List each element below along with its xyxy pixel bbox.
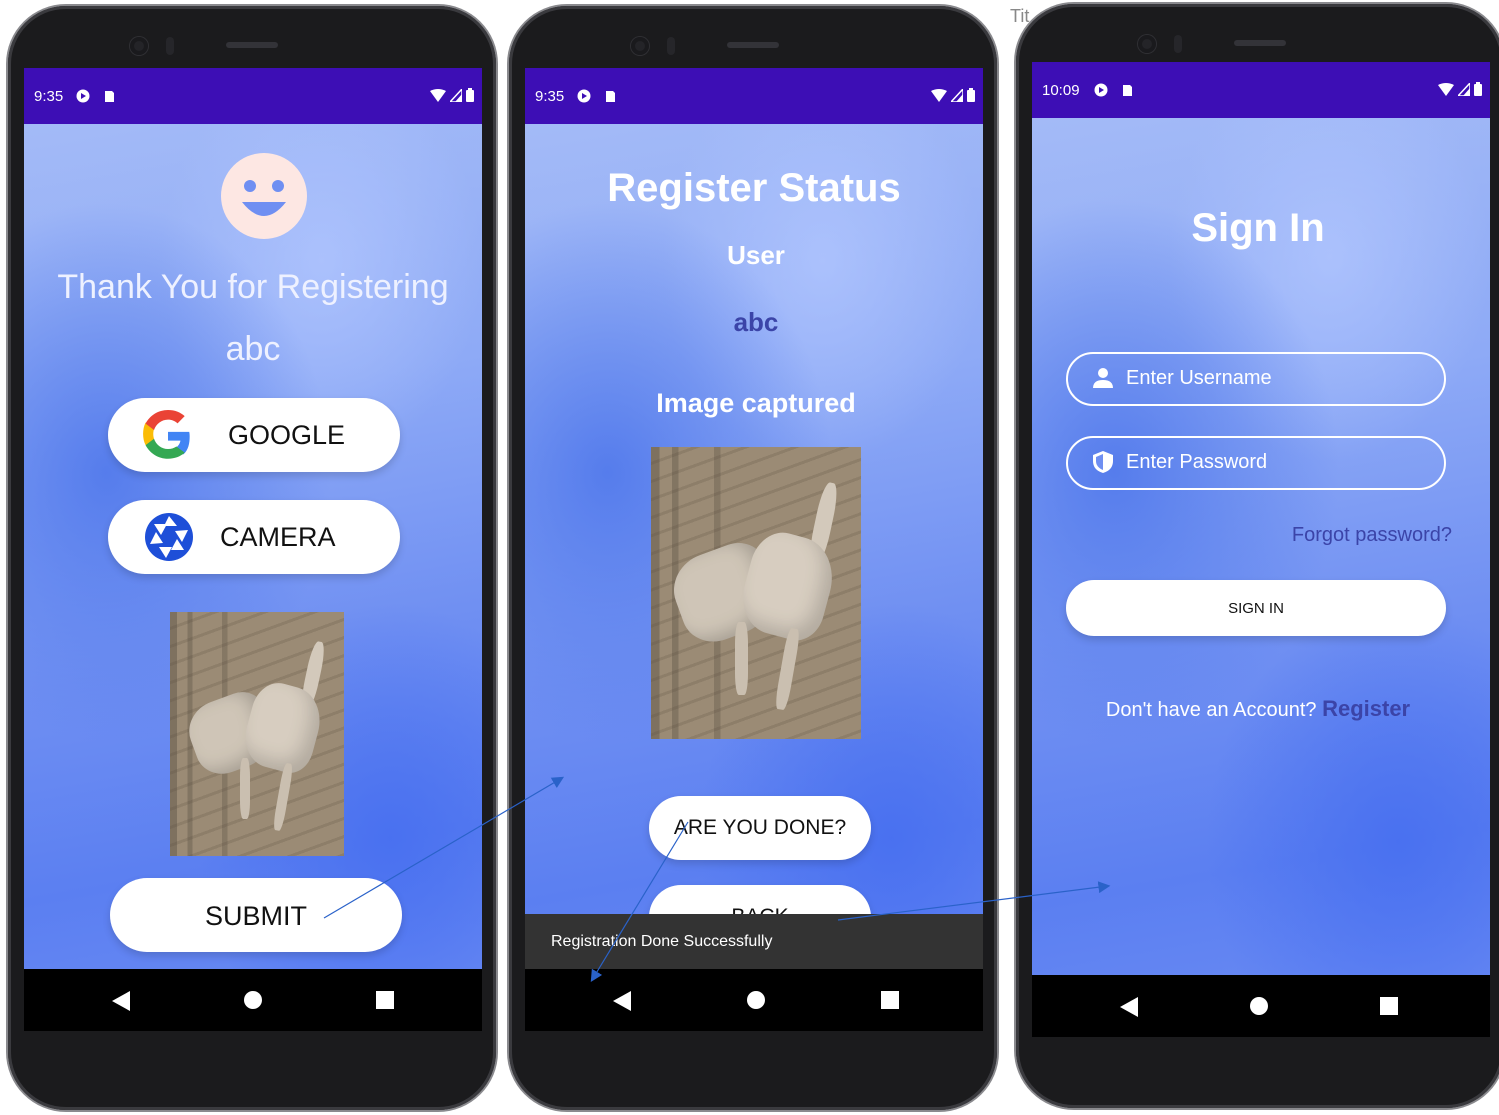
forgot-password-link[interactable]: Forgot password? — [1292, 524, 1452, 547]
sd-card-icon — [1123, 85, 1132, 96]
sign-in-button[interactable]: SIGN IN — [1066, 580, 1446, 636]
content-area: Sign In Enter Username Enter Password Fo… — [1032, 118, 1490, 975]
status-play-icon — [1094, 83, 1108, 97]
sd-card-icon — [105, 91, 114, 102]
back-nav-icon[interactable] — [112, 991, 130, 1011]
register-link[interactable]: Register — [1322, 696, 1410, 721]
person-icon — [1093, 368, 1113, 388]
wifi-icon — [1438, 82, 1454, 96]
status-right-icons — [931, 88, 975, 102]
captured-dog-photo — [651, 447, 861, 739]
password-placeholder: Enter Password — [1126, 451, 1268, 473]
content-area: Thank You for Registering abc GOOGLE CAM… — [24, 124, 482, 969]
proximity-sensor — [667, 37, 675, 55]
front-camera — [130, 37, 148, 55]
google-button-label: GOOGLE — [228, 420, 346, 450]
battery-icon — [967, 88, 975, 102]
earpiece-speaker — [226, 42, 278, 48]
status-play-icon — [76, 89, 90, 103]
phone-frame-sign-in: 10:09 Sign In Enter Username Enter Passw… — [1016, 4, 1499, 1108]
back-nav-icon[interactable] — [1120, 997, 1138, 1017]
sd-card-icon — [606, 91, 615, 102]
camera-button[interactable]: CAMERA — [108, 500, 400, 574]
username-placeholder: Enter Username — [1126, 367, 1272, 389]
signal-icon — [951, 88, 963, 102]
status-time: 10:09 — [1042, 82, 1080, 99]
user-value: abc — [733, 307, 779, 337]
screen-sign-in: 10:09 Sign In Enter Username Enter Passw… — [1032, 62, 1490, 1037]
camera-shutter-icon — [145, 513, 193, 561]
battery-icon — [1474, 82, 1482, 96]
proximity-sensor — [166, 37, 174, 55]
page-title: Register Status — [607, 166, 901, 210]
wifi-icon — [931, 88, 947, 102]
phone-frame-registration-thanks: 9:35 Thank You for Registering abc GOOGL… — [8, 6, 496, 1110]
home-nav-icon[interactable] — [747, 991, 765, 1009]
earpiece-speaker — [727, 42, 779, 48]
proximity-sensor — [1174, 35, 1182, 53]
status-time: 9:35 — [34, 88, 64, 105]
sign-in-button-label: SIGN IN — [1228, 600, 1284, 617]
battery-icon — [466, 88, 474, 102]
content-area: Register Status User abc Image captured … — [525, 124, 983, 969]
google-button[interactable]: GOOGLE — [108, 398, 400, 472]
navigation-bar — [1032, 975, 1490, 1037]
window-title-fragment: Tit — [1010, 6, 1030, 26]
page-title: Sign In — [1191, 206, 1325, 250]
image-captured-label: Image captured — [656, 388, 856, 418]
submit-button[interactable]: SUBMIT — [110, 878, 402, 952]
status-right-icons — [1438, 82, 1482, 96]
screen-register-status: 9:35 Register Status User abc Image capt… — [525, 68, 983, 1031]
are-you-done-label: ARE YOU DONE? — [673, 816, 847, 839]
recents-nav-icon[interactable] — [881, 991, 899, 1009]
smiley-face-icon — [221, 153, 307, 239]
thanks-text: Thank You for Registering — [57, 268, 449, 306]
recents-nav-icon[interactable] — [376, 991, 394, 1009]
front-camera — [1138, 35, 1156, 53]
earpiece-speaker — [1234, 40, 1286, 46]
status-bar: 10:09 — [1032, 62, 1490, 118]
password-field[interactable]: Enter Password — [1066, 436, 1446, 490]
no-account-text: Don't have an Account? — [1105, 699, 1317, 721]
are-you-done-button[interactable]: ARE YOU DONE? — [649, 796, 871, 860]
snackbar: Registration Done Successfully — [525, 914, 983, 969]
user-label: User — [727, 240, 785, 270]
signal-icon — [1458, 82, 1470, 96]
shield-icon — [1093, 451, 1113, 473]
home-nav-icon[interactable] — [1250, 997, 1268, 1015]
navigation-bar — [525, 969, 983, 1031]
registered-username: abc — [225, 330, 281, 368]
register-prompt: Don't have an Account? Register — [1032, 696, 1484, 722]
submit-button-label: SUBMIT — [204, 901, 307, 931]
status-right-icons — [430, 88, 474, 102]
snackbar-message: Registration Done Successfully — [551, 933, 773, 950]
status-play-icon — [577, 89, 591, 103]
front-camera — [631, 37, 649, 55]
camera-button-label: CAMERA — [220, 522, 336, 552]
phone-frame-register-status: 9:35 Register Status User abc Image capt… — [509, 6, 997, 1110]
home-nav-icon[interactable] — [244, 991, 262, 1009]
google-logo-icon — [143, 410, 190, 459]
status-bar: 9:35 — [24, 68, 482, 124]
captured-dog-photo — [170, 612, 344, 856]
status-time: 9:35 — [535, 88, 565, 105]
navigation-bar — [24, 969, 482, 1031]
screen-registration-thanks: 9:35 Thank You for Registering abc GOOGL… — [24, 68, 482, 1031]
signal-icon — [450, 88, 462, 102]
username-field[interactable]: Enter Username — [1066, 352, 1446, 406]
status-bar: 9:35 — [525, 68, 983, 124]
recents-nav-icon[interactable] — [1380, 997, 1398, 1015]
wifi-icon — [430, 88, 446, 102]
back-nav-icon[interactable] — [613, 991, 631, 1011]
